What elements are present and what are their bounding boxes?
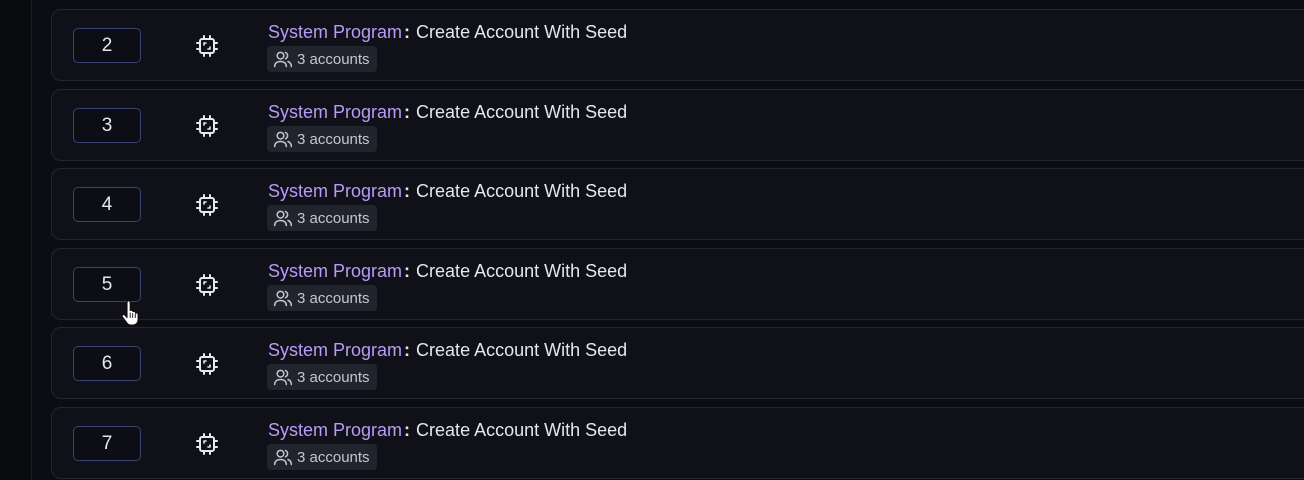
instruction-row[interactable]: 4 System Program: Create Account With See… <box>51 168 1304 240</box>
instruction-title: System Program: Create Account With Seed <box>268 181 627 202</box>
left-rail <box>0 0 32 480</box>
accounts-count: 3 accounts <box>297 289 370 307</box>
users-icon <box>273 210 293 227</box>
instruction-row[interactable]: 6 System Program: Create Account With See… <box>51 327 1304 399</box>
title-separator: : <box>404 340 411 360</box>
instruction-name: Create Account With Seed <box>416 261 628 281</box>
instruction-index-badge[interactable]: 4 <box>73 187 141 222</box>
instruction-name: Create Account With Seed <box>416 340 628 360</box>
program-name-link[interactable]: System Program <box>268 181 402 201</box>
program-name-link[interactable]: System Program <box>268 102 402 122</box>
title-separator: : <box>404 22 411 42</box>
chip-icon <box>196 194 218 216</box>
users-icon <box>273 449 293 466</box>
accounts-badge[interactable]: 3 accounts <box>267 46 377 72</box>
chip-icon <box>196 353 218 375</box>
title-separator: : <box>404 261 411 281</box>
accounts-count: 3 accounts <box>297 448 370 466</box>
accounts-badge[interactable]: 3 accounts <box>267 364 377 390</box>
accounts-count: 3 accounts <box>297 50 370 68</box>
accounts-count: 3 accounts <box>297 368 370 386</box>
title-separator: : <box>404 420 411 440</box>
instruction-index-badge[interactable]: 5 <box>73 267 141 302</box>
users-icon <box>273 131 293 148</box>
instruction-name: Create Account With Seed <box>416 181 628 201</box>
users-icon <box>273 290 293 307</box>
accounts-count: 3 accounts <box>297 209 370 227</box>
chip-icon <box>196 274 218 296</box>
chip-icon <box>196 115 218 137</box>
title-separator: : <box>404 181 411 201</box>
accounts-count: 3 accounts <box>297 130 370 148</box>
instruction-row[interactable]: 3 System Program: Create Account With See… <box>51 89 1304 161</box>
accounts-badge[interactable]: 3 accounts <box>267 444 377 470</box>
instruction-name: Create Account With Seed <box>416 420 628 440</box>
program-name-link[interactable]: System Program <box>268 22 402 42</box>
users-icon <box>273 369 293 386</box>
instruction-name: Create Account With Seed <box>416 22 628 42</box>
users-icon <box>273 51 293 68</box>
title-separator: : <box>404 102 411 122</box>
accounts-badge[interactable]: 3 accounts <box>267 205 377 231</box>
program-name-link[interactable]: System Program <box>268 340 402 360</box>
instruction-title: System Program: Create Account With Seed <box>268 22 627 43</box>
instruction-index-badge[interactable]: 3 <box>73 108 141 143</box>
hand-pointer-icon <box>121 300 139 326</box>
program-name-link[interactable]: System Program <box>268 420 402 440</box>
accounts-badge[interactable]: 3 accounts <box>267 285 377 311</box>
instruction-row[interactable]: 2 System Program: Create Account With See… <box>51 9 1304 81</box>
chip-icon <box>196 35 218 57</box>
instruction-row[interactable]: 7 System Program: Create Account With See… <box>51 407 1304 479</box>
program-name-link[interactable]: System Program <box>268 261 402 281</box>
instruction-index-badge[interactable]: 6 <box>73 346 141 381</box>
accounts-badge[interactable]: 3 accounts <box>267 126 377 152</box>
chip-icon <box>196 433 218 455</box>
instruction-title: System Program: Create Account With Seed <box>268 340 627 361</box>
instruction-title: System Program: Create Account With Seed <box>268 261 627 282</box>
instruction-title: System Program: Create Account With Seed <box>268 102 627 123</box>
instruction-index-badge[interactable]: 2 <box>73 28 141 63</box>
instruction-title: System Program: Create Account With Seed <box>268 420 627 441</box>
instruction-name: Create Account With Seed <box>416 102 628 122</box>
instruction-row[interactable]: 5 System Program: Create Account With See… <box>51 248 1304 320</box>
instruction-index-badge[interactable]: 7 <box>73 426 141 461</box>
